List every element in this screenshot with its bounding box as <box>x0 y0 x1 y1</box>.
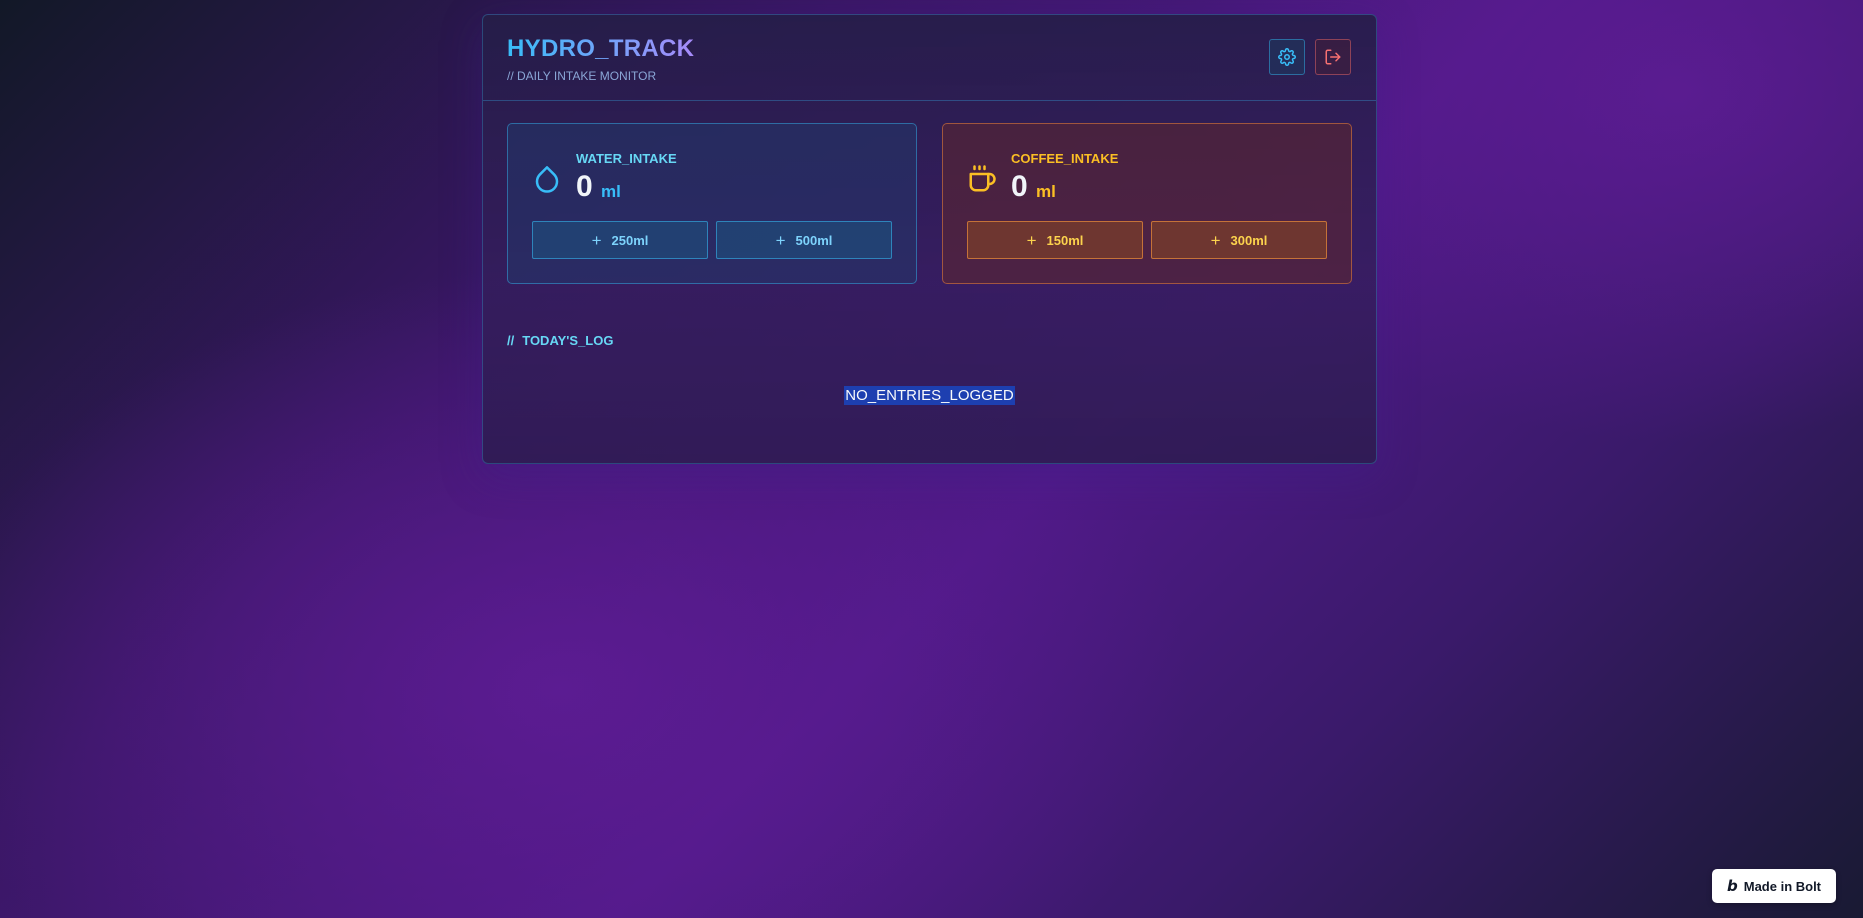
plus-icon: + <box>591 230 602 250</box>
logout-button[interactable] <box>1315 39 1351 75</box>
settings-button[interactable] <box>1269 39 1305 75</box>
app-title: HYDRO_TRACK <box>507 35 695 62</box>
gear-icon <box>1278 48 1296 66</box>
log-heading-prefix: // <box>507 333 515 348</box>
card-header: HYDRO_TRACK // DAILY INTAKE MONITOR <box>483 15 1376 101</box>
button-label: 150ml <box>1046 232 1084 248</box>
bolt-logo-icon: b <box>1726 877 1738 895</box>
todays-log-heading: // TODAY'S_LOG <box>507 333 613 348</box>
coffee-intake-value: 0 <box>1011 170 1028 203</box>
coffee-intake-unit: ml <box>1036 182 1056 201</box>
button-label: 300ml <box>1230 232 1268 248</box>
button-label: 250ml <box>611 232 649 248</box>
coffee-intake-label: COFFEE_INTAKE <box>1011 151 1119 166</box>
logout-icon <box>1325 49 1341 65</box>
plus-icon: + <box>1026 230 1037 250</box>
empty-log-text: NO_ENTRIES_LOGGED <box>844 386 1015 405</box>
made-in-bolt-badge[interactable]: b Made in Bolt <box>1712 869 1836 903</box>
coffee-intake-panel: COFFEE_INTAKE 0 ml + 150ml + 300ml <box>942 123 1352 284</box>
water-intake-unit: ml <box>601 182 621 201</box>
plus-icon: + <box>1210 230 1221 250</box>
water-intake-panel: WATER_INTAKE 0 ml + 250ml + 500ml <box>507 123 917 284</box>
tracker-card: HYDRO_TRACK // DAILY INTAKE MONITOR WATE… <box>482 14 1377 464</box>
coffee-cup-icon <box>969 165 996 192</box>
button-label: 500ml <box>795 232 833 248</box>
add-coffee-150-button[interactable]: + 150ml <box>967 221 1143 259</box>
app-subtitle: // DAILY INTAKE MONITOR <box>507 69 657 83</box>
plus-icon: + <box>775 230 786 250</box>
water-intake-value: 0 <box>576 170 593 203</box>
log-heading-title: TODAY'S_LOG <box>522 333 614 348</box>
water-intake-label: WATER_INTAKE <box>576 151 677 166</box>
add-coffee-300-button[interactable]: + 300ml <box>1151 221 1327 259</box>
empty-log-message: NO_ENTRIES_LOGGED <box>483 386 1376 405</box>
droplet-icon <box>535 166 559 193</box>
add-water-250-button[interactable]: + 250ml <box>532 221 708 259</box>
badge-label: Made in Bolt <box>1743 878 1822 894</box>
add-water-500-button[interactable]: + 500ml <box>716 221 892 259</box>
